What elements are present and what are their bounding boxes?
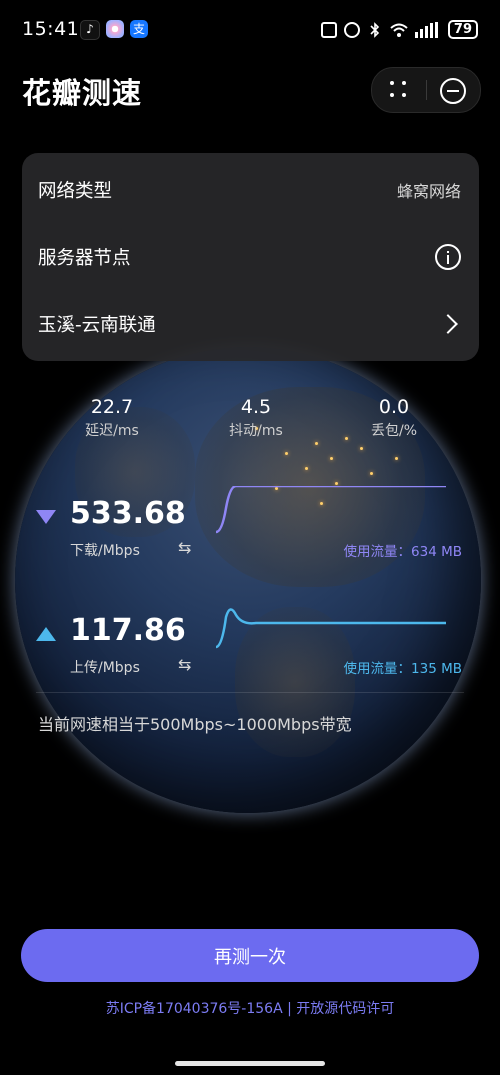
wifi-icon — [390, 23, 408, 37]
jitter-metric: 4.5 抖动/ms — [206, 396, 306, 440]
download-sparkline — [216, 486, 446, 534]
loss-value: 0.0 — [378, 396, 410, 418]
swap-icon[interactable]: ⇆ — [178, 655, 191, 674]
latency-unit: 延迟/ms — [85, 423, 139, 439]
network-type-label: 网络类型 — [38, 181, 113, 202]
jitter-unit: 抖动/ms — [229, 423, 283, 439]
browser-icon — [106, 20, 124, 38]
home-indicator[interactable] — [175, 1061, 325, 1066]
divider — [36, 692, 464, 693]
jitter-value: 4.5 — [240, 396, 272, 418]
download-usage: 使用流量：634 MB — [343, 544, 462, 560]
server-node-row: 服务器节点 — [38, 224, 461, 290]
battery-icon: 79 — [447, 20, 478, 39]
swap-icon[interactable]: ⇆ — [178, 538, 191, 557]
nfc-icon — [320, 21, 337, 38]
server-select-row[interactable]: 玉溪-云南联通 — [38, 291, 461, 357]
network-info-card: 网络类型 蜂窝网络 服务器节点 玉溪-云南联通 — [22, 153, 479, 361]
loss-metric: 0.0 丢包/% — [344, 396, 444, 440]
tiktok-icon: ♪ — [80, 20, 100, 40]
signal-icon — [414, 21, 438, 38]
icp-license-footer[interactable]: 苏ICP备17040376号-156A | 开放源代码许可 — [0, 998, 500, 1018]
loss-unit: 丢包/% — [370, 423, 418, 439]
latency-value: 22.7 — [90, 396, 134, 418]
server-name: 玉溪-云南联通 — [38, 315, 156, 336]
retest-button[interactable]: 再测一次 — [21, 929, 479, 982]
alipay-icon: 支 — [130, 20, 148, 38]
download-triangle-icon — [36, 510, 56, 524]
upload-sparkline — [216, 608, 446, 649]
bandwidth-equivalent-text: 当前网速相当于500Mbps~1000Mbps带宽 — [38, 715, 352, 734]
bluetooth-icon — [370, 21, 380, 38]
upload-triangle-icon — [36, 627, 56, 641]
mini-program-capsule — [371, 67, 481, 113]
capsule-divider — [426, 80, 427, 100]
latency-metric: 22.7 延迟/ms — [62, 396, 162, 440]
notification-icons: ♪ 支 — [80, 20, 148, 40]
download-unit: 下载/Mbps — [70, 543, 140, 559]
status-time: 15:41 — [22, 18, 80, 40]
page-title: 花瓣测速 — [22, 76, 143, 110]
upload-unit: 上传/Mbps — [70, 660, 140, 676]
dots-icon[interactable] — [390, 81, 408, 99]
system-icons: 79 — [320, 20, 478, 39]
server-node-label: 服务器节点 — [38, 248, 131, 269]
status-bar: 15:41 ♪ 支 79 — [0, 0, 500, 60]
upload-usage: 使用流量：135 MB — [343, 661, 462, 677]
minus-circle-icon[interactable] — [440, 78, 466, 104]
chevron-right-icon — [438, 314, 458, 334]
info-icon[interactable] — [435, 244, 461, 270]
network-type-value: 蜂窝网络 — [396, 182, 461, 201]
download-speed-value: 533.68 — [70, 496, 186, 531]
network-type-row: 网络类型 蜂窝网络 — [38, 157, 461, 223]
alarm-icon — [343, 21, 360, 38]
upload-speed-value: 117.86 — [70, 613, 186, 648]
